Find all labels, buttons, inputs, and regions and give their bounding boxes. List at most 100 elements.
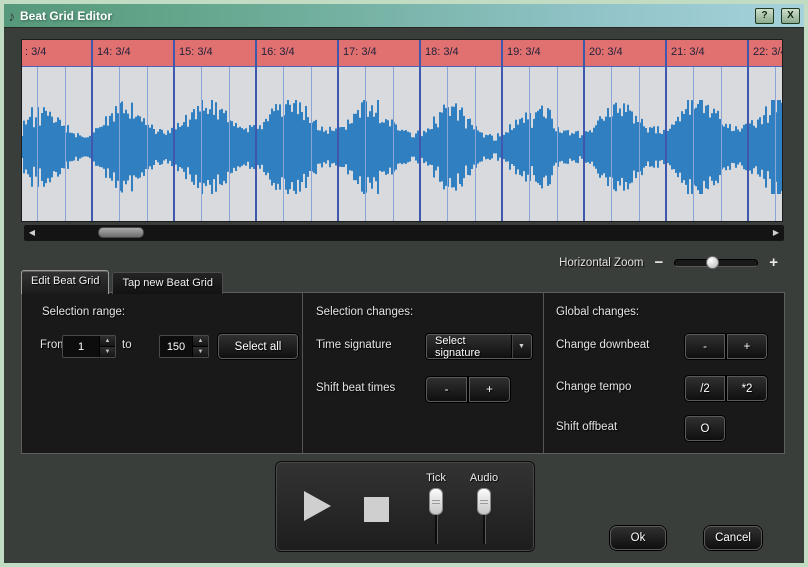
zoom-slider-thumb[interactable] xyxy=(706,256,719,269)
audio-volume-slider[interactable]: Audio xyxy=(464,472,504,544)
beat-gridline-minor xyxy=(447,67,448,221)
tempo-double-button[interactable]: *2 xyxy=(727,376,767,401)
select-all-button[interactable]: Select all xyxy=(218,334,298,359)
zoom-in-button[interactable]: + xyxy=(769,256,778,270)
audio-slider-thumb[interactable] xyxy=(477,488,491,515)
beat-gridline-major[interactable] xyxy=(419,40,421,221)
time-signature-label: Time signature xyxy=(316,339,392,351)
beat-gridline-minor xyxy=(65,67,66,221)
beat-gridline-major[interactable] xyxy=(501,40,503,221)
waveform-panel[interactable]: : 3/414: 3/415: 3/416: 3/417: 3/418: 3/4… xyxy=(21,39,783,222)
panel-divider xyxy=(302,293,303,453)
tempo-half-button[interactable]: /2 xyxy=(685,376,725,401)
beat-gridline-minor xyxy=(557,67,558,221)
beat-gridline-minor xyxy=(37,67,38,221)
scrollbar-thumb[interactable] xyxy=(98,227,144,238)
beat-gridline-minor xyxy=(119,67,120,221)
shift-offbeat-button[interactable]: O xyxy=(685,416,725,441)
shift-beat-times-label: Shift beat times xyxy=(316,382,395,394)
time-signature-value[interactable]: Select signature xyxy=(427,335,511,358)
waveform-scrollbar[interactable]: ◀ ▶ xyxy=(24,225,784,241)
spinner-up-icon[interactable]: ▲ xyxy=(193,336,208,347)
stop-button[interactable] xyxy=(364,497,389,522)
panel-divider xyxy=(543,293,544,453)
beat-gridline-minor xyxy=(393,67,394,221)
to-value[interactable]: 150 xyxy=(160,336,192,357)
beat-gridline-minor xyxy=(365,67,366,221)
tab-tap-new-beat-grid[interactable]: Tap new Beat Grid xyxy=(112,272,223,294)
beat-gridline-major[interactable] xyxy=(583,40,585,221)
close-button[interactable]: X xyxy=(781,8,800,24)
horizontal-zoom-row: Horizontal Zoom − + xyxy=(559,254,778,272)
measure-label: 14: 3/4 xyxy=(97,46,131,58)
transport-panel: Tick Audio xyxy=(275,461,535,552)
scroll-right-icon[interactable]: ▶ xyxy=(768,225,784,241)
cancel-button[interactable]: Cancel xyxy=(704,526,762,550)
edit-beat-grid-panel: Selection range: From 1 ▲ ▼ to 150 ▲ ▼ S… xyxy=(21,292,785,454)
zoom-slider[interactable] xyxy=(674,259,758,267)
tick-slider-track[interactable] xyxy=(435,488,438,544)
measure-label: 20: 3/4 xyxy=(589,46,623,58)
beat-gridline-minor xyxy=(639,67,640,221)
spinner-down-icon[interactable]: ▼ xyxy=(193,347,208,357)
zoom-out-button[interactable]: − xyxy=(654,256,663,270)
selection-changes-title: Selection changes: xyxy=(316,306,413,318)
tick-slider-thumb[interactable] xyxy=(429,488,443,515)
beat-gridline-minor xyxy=(775,67,776,221)
beat-gridline-minor xyxy=(529,67,530,221)
tab-bar: Edit Beat Grid Tap new Beat Grid xyxy=(21,270,226,294)
beat-gridline-major[interactable] xyxy=(665,40,667,221)
tab-edit-beat-grid[interactable]: Edit Beat Grid xyxy=(21,270,109,294)
spinner-down-icon[interactable]: ▼ xyxy=(100,347,115,357)
to-spinner-arrows: ▲ ▼ xyxy=(192,336,208,357)
measure-ruler[interactable]: : 3/414: 3/415: 3/416: 3/417: 3/418: 3/4… xyxy=(22,40,782,67)
from-value[interactable]: 1 xyxy=(63,336,99,357)
audio-slider-track[interactable] xyxy=(483,488,486,544)
measure-label: 17: 3/4 xyxy=(343,46,377,58)
change-tempo-label: Change tempo xyxy=(556,381,631,393)
dialog-content: : 3/414: 3/415: 3/416: 3/417: 3/418: 3/4… xyxy=(4,28,804,562)
beat-gridline-minor xyxy=(229,67,230,221)
window-title: Beat Grid Editor xyxy=(20,9,748,23)
beat-gridline-minor xyxy=(721,67,722,221)
titlebar[interactable]: ♪ Beat Grid Editor ? X xyxy=(4,4,804,28)
measure-label: 21: 3/4 xyxy=(671,46,705,58)
beat-gridline-minor xyxy=(475,67,476,221)
beat-gridline-minor xyxy=(283,67,284,221)
spinner-up-icon[interactable]: ▲ xyxy=(100,336,115,347)
shift-beats-plus-button[interactable]: + xyxy=(469,377,510,402)
beat-gridline-major[interactable] xyxy=(337,40,339,221)
beat-gridline-major[interactable] xyxy=(255,40,257,221)
beat-gridline-minor xyxy=(311,67,312,221)
beat-gridline-major[interactable] xyxy=(91,40,93,221)
measure-label: : 3/4 xyxy=(25,46,46,58)
downbeat-minus-button[interactable]: - xyxy=(685,334,725,359)
to-label: to xyxy=(122,339,132,351)
beat-gridline-minor xyxy=(611,67,612,221)
beat-gridline-minor xyxy=(693,67,694,221)
help-button[interactable]: ? xyxy=(755,8,774,24)
app-music-note-icon: ♪ xyxy=(7,8,16,23)
time-signature-dropdown[interactable]: Select signature ▼ xyxy=(426,334,532,359)
dropdown-arrow-icon[interactable]: ▼ xyxy=(511,335,531,358)
waveform[interactable] xyxy=(22,67,783,222)
ok-button[interactable]: Ok xyxy=(610,526,666,550)
global-changes-title: Global changes: xyxy=(556,306,639,318)
from-spinner[interactable]: 1 ▲ ▼ xyxy=(62,335,116,358)
tick-label: Tick xyxy=(416,472,456,484)
to-spinner[interactable]: 150 ▲ ▼ xyxy=(159,335,209,358)
scrollbar-track[interactable] xyxy=(40,225,768,241)
beat-gridline-minor xyxy=(147,67,148,221)
shift-offbeat-label: Shift offbeat xyxy=(556,421,617,433)
beat-grid-editor-window: ♪ Beat Grid Editor ? X : 3/414: 3/415: 3… xyxy=(0,0,808,567)
beat-gridline-major[interactable] xyxy=(173,40,175,221)
scroll-left-icon[interactable]: ◀ xyxy=(24,225,40,241)
selection-range-title: Selection range: xyxy=(42,306,125,318)
measure-label: 22: 3/4 xyxy=(753,46,783,58)
tick-volume-slider[interactable]: Tick xyxy=(416,472,456,544)
play-button[interactable] xyxy=(304,491,331,521)
beat-gridline-major[interactable] xyxy=(747,40,749,221)
horizontal-zoom-label: Horizontal Zoom xyxy=(559,257,643,269)
shift-beats-minus-button[interactable]: - xyxy=(426,377,467,402)
downbeat-plus-button[interactable]: + xyxy=(727,334,767,359)
